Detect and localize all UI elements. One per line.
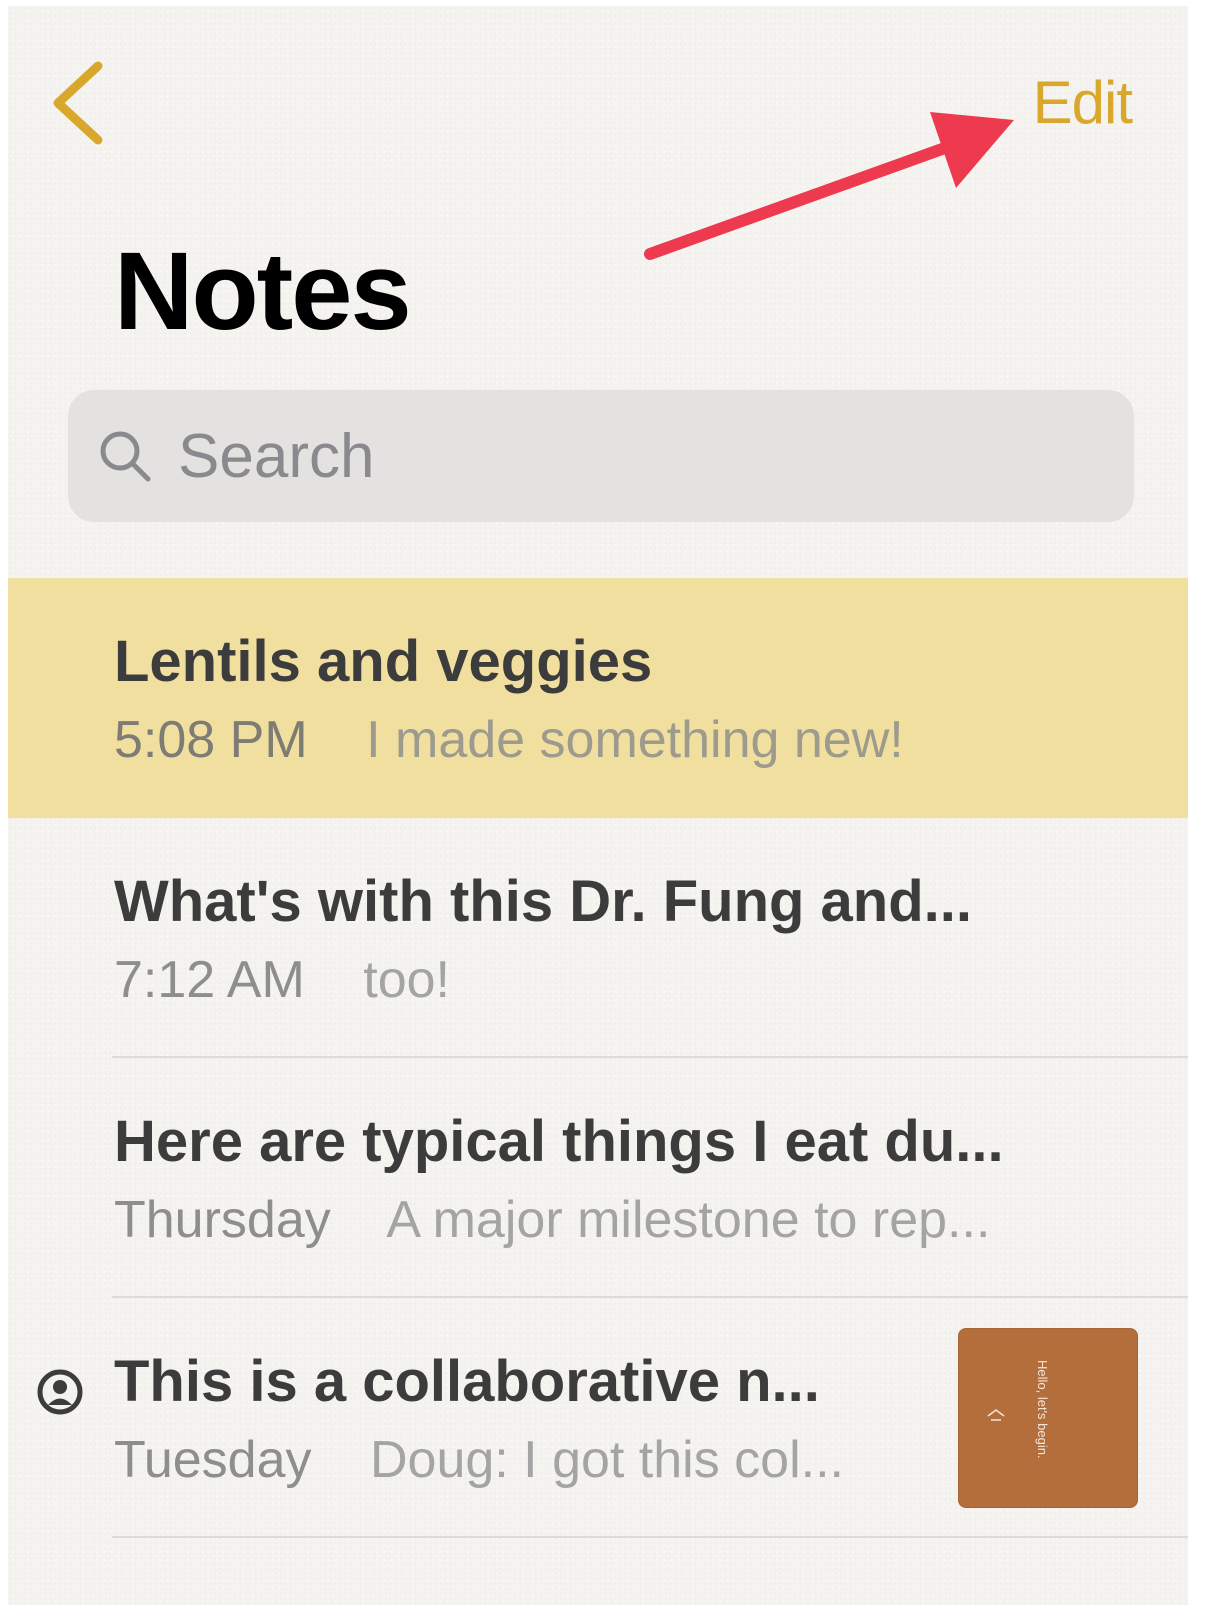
edit-button[interactable]: Edit — [1033, 68, 1133, 137]
note-date: 7:12 AM — [114, 951, 305, 1009]
note-row-typical-things[interactable]: Here are typical things I eat du... Thur… — [8, 1058, 1188, 1298]
search-icon — [100, 431, 151, 482]
back-button[interactable] — [44, 58, 108, 148]
annotation-arrow — [644, 112, 1014, 260]
note-meta: Tuesday Doug: I got this col... — [114, 1430, 844, 1490]
note-meta: 5:08 PM I made something new! — [114, 710, 904, 770]
note-title: Lentils and veggies — [114, 629, 653, 694]
note-preview: A major milestone to rep... — [386, 1191, 991, 1249]
note-list: Lentils and veggies 5:08 PM I made somet… — [8, 578, 1188, 1538]
chevron-left-icon — [53, 61, 103, 145]
note-preview: too! — [363, 951, 450, 1009]
note-thumbnail: Hello, let's begin. — [958, 1328, 1138, 1508]
note-date: Tuesday — [114, 1431, 312, 1489]
notes-screen: Edit Notes Lentils and veggies 5:08 PM I… — [8, 6, 1188, 1605]
note-title: Here are typical things I eat du... — [114, 1109, 1004, 1174]
note-preview: Doug: I got this col... — [369, 1431, 844, 1489]
search-input[interactable] — [178, 420, 1078, 492]
note-meta: Thursday A major milestone to rep... — [114, 1190, 990, 1250]
note-title: What's with this Dr. Fung and... — [114, 869, 972, 934]
note-date: Thursday — [114, 1191, 331, 1249]
logo-icon — [987, 1409, 1005, 1421]
row-separator — [112, 1536, 1188, 1538]
note-row-dr-fung[interactable]: What's with this Dr. Fung and... 7:12 AM… — [8, 818, 1188, 1058]
note-title: This is a collaborative n... — [114, 1349, 820, 1414]
note-row-lentils[interactable]: Lentils and veggies 5:08 PM I made somet… — [8, 578, 1188, 818]
note-date: 5:08 PM — [114, 711, 308, 769]
person-circle-icon — [37, 1369, 83, 1415]
search-bar[interactable] — [68, 390, 1134, 522]
thumbnail-text: Hello, let's begin. — [1035, 1360, 1050, 1459]
page-title: Notes — [114, 230, 412, 353]
note-meta: 7:12 AM too! — [114, 950, 450, 1010]
note-row-collaborative[interactable]: This is a collaborative n... Tuesday Dou… — [8, 1298, 1188, 1538]
note-preview: I made something new! — [366, 711, 904, 769]
